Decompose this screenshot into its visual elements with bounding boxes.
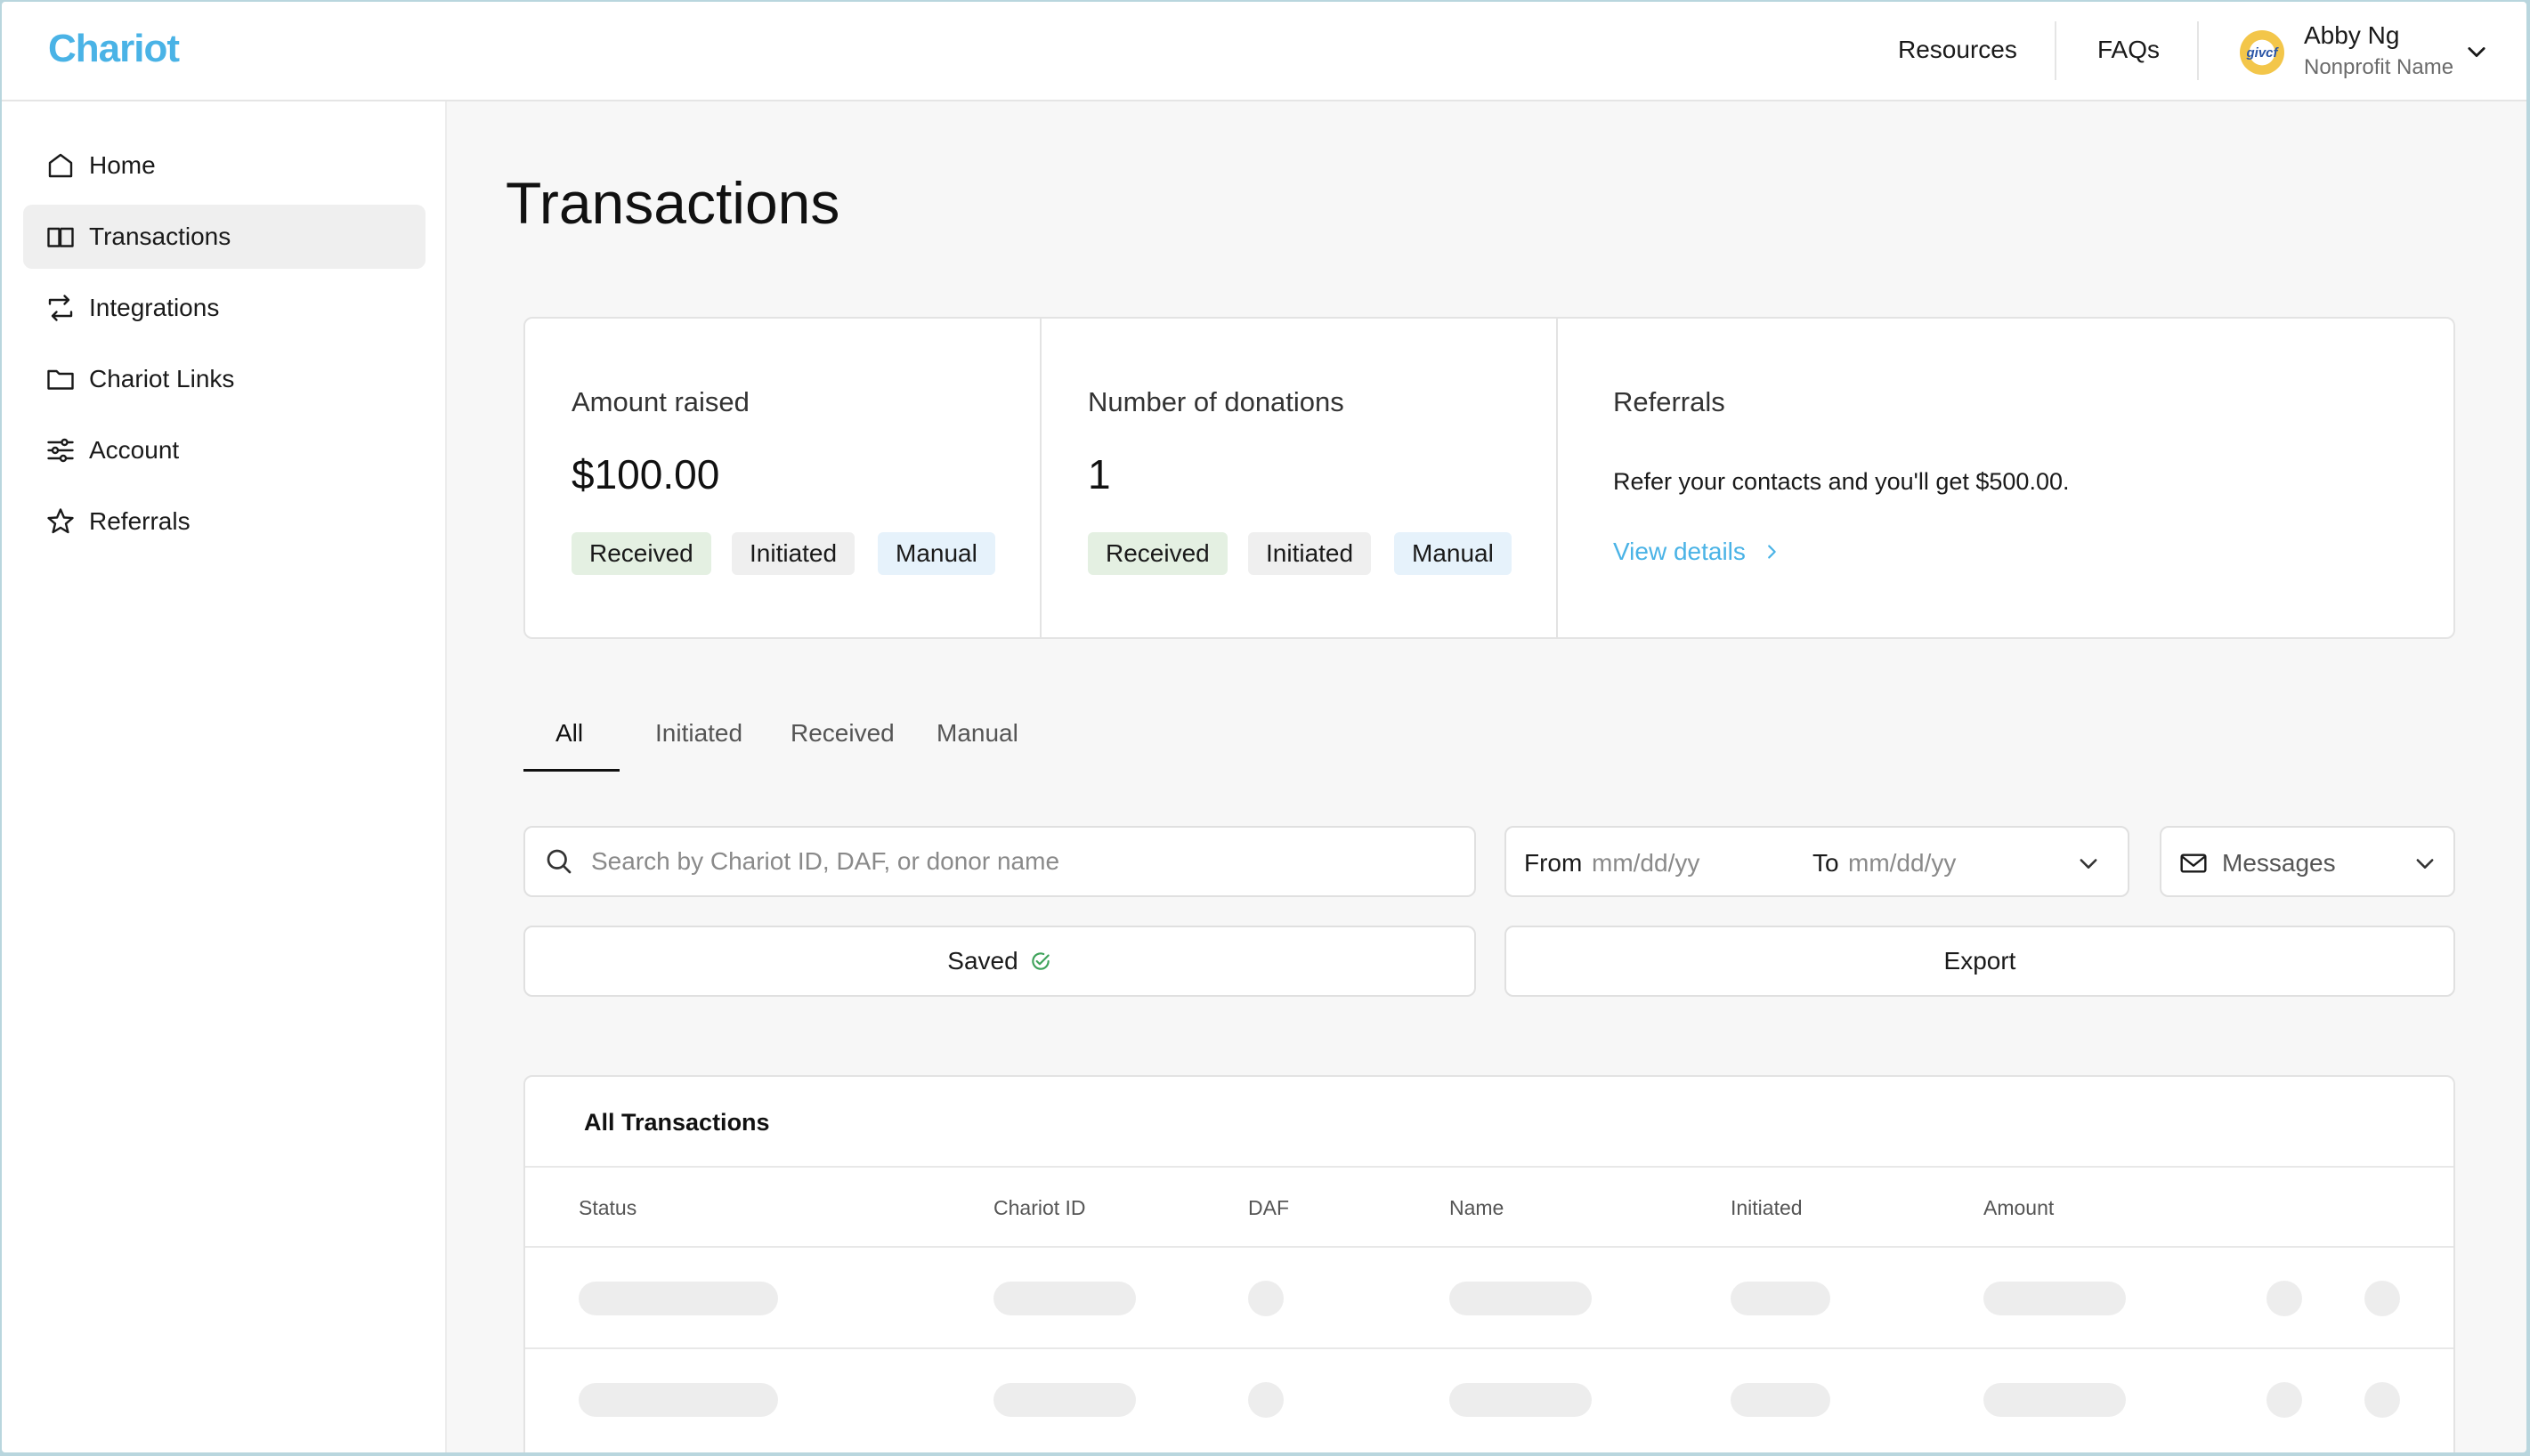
column-header-name[interactable]: Name [1449, 1196, 1504, 1220]
tab-initiated[interactable]: Initiated [655, 719, 742, 748]
app-window: Chariot Resources FAQs givcf Abby Ng Non… [2, 2, 2526, 1452]
sidebar-item-referrals[interactable]: Referrals [23, 489, 426, 554]
sidebar-item-chariot-links[interactable]: Chariot Links [23, 347, 426, 411]
active-tab-indicator [523, 769, 620, 772]
date-range-picker[interactable]: From mm/dd/yy To mm/dd/yy [1504, 826, 2129, 897]
donations-stat: Number of donations 1 Received Initiated… [1042, 319, 1556, 637]
sidebar-item-label: Home [89, 151, 156, 179]
user-name[interactable]: Abby Ng [2304, 21, 2399, 50]
stat-label: Amount raised [572, 386, 750, 417]
sidebar-item-account[interactable]: Account [23, 418, 426, 482]
skeleton-cell [993, 1383, 1136, 1417]
to-label: To [1812, 849, 1839, 877]
skeleton-cell [579, 1383, 778, 1417]
export-button[interactable]: Export [1504, 926, 2455, 997]
skeleton-cell [2364, 1382, 2400, 1418]
search-box[interactable] [523, 826, 1476, 897]
chevron-right-icon [1768, 545, 1776, 559]
sidebar-item-label: Chariot Links [89, 365, 235, 392]
chevron-down-icon[interactable] [2076, 851, 2101, 876]
sidebar-item-integrations[interactable]: Integrations [23, 276, 426, 340]
chevron-down-icon[interactable] [2464, 39, 2489, 64]
skeleton-cell [993, 1282, 1136, 1315]
view-details-link[interactable]: View details [1613, 538, 1781, 566]
page-title: Transactions [506, 170, 840, 236]
divider [525, 1347, 2453, 1349]
skeleton-cell [1983, 1282, 2126, 1315]
avatar[interactable]: givcf [2240, 30, 2284, 75]
from-label: From [1524, 849, 1583, 877]
skeleton-cell [1731, 1383, 1830, 1417]
header-divider [2055, 21, 2056, 80]
skeleton-cell [1449, 1282, 1592, 1315]
manual-pill[interactable]: Manual [878, 532, 995, 575]
sidebar-item-home[interactable]: Home [23, 133, 426, 198]
book-icon [47, 227, 74, 247]
sidebar: Home Transactions Integrations Chariot L… [2, 101, 447, 1452]
skeleton-cell [2266, 1281, 2302, 1316]
sliders-icon [47, 438, 74, 463]
skeleton-cell [1248, 1281, 1284, 1316]
faqs-link[interactable]: FAQs [2097, 36, 2160, 64]
initiated-pill[interactable]: Initiated [1248, 532, 1372, 575]
skeleton-cell [1983, 1383, 2126, 1417]
skeleton-cell [579, 1282, 778, 1315]
stat-value: 1 [1088, 451, 1111, 497]
header-divider [2197, 21, 2199, 80]
stats-card: Amount raised $100.00 Received Initiated… [523, 317, 2455, 639]
resources-link[interactable]: Resources [1898, 36, 2017, 64]
referrals-text: Refer your contacts and you'll get $500.… [1613, 468, 2070, 495]
received-pill[interactable]: Received [1088, 532, 1228, 575]
table-title: All Transactions [584, 1109, 770, 1136]
column-header-status[interactable]: Status [579, 1196, 637, 1220]
tab-manual[interactable]: Manual [937, 719, 1018, 748]
stat-label: Number of donations [1088, 386, 1344, 417]
tab-received[interactable]: Received [791, 719, 895, 748]
skeleton-cell [1248, 1382, 1284, 1418]
column-header-initiated[interactable]: Initiated [1731, 1196, 1803, 1220]
star-icon [47, 508, 74, 534]
column-header-chariot-id[interactable]: Chariot ID [993, 1196, 1086, 1220]
received-pill[interactable]: Received [572, 532, 711, 575]
skeleton-cell [1449, 1383, 1592, 1417]
home-icon [48, 153, 73, 178]
saved-button[interactable]: Saved [523, 926, 1476, 997]
amount-raised-stat: Amount raised $100.00 Received Initiated… [525, 319, 1040, 637]
initiated-pill[interactable]: Initiated [732, 532, 855, 575]
chevron-down-icon [2416, 859, 2434, 869]
skeleton-cell [1731, 1282, 1830, 1315]
sidebar-item-transactions[interactable]: Transactions [23, 205, 426, 269]
from-date-field[interactable]: mm/dd/yy [1592, 849, 1699, 878]
divider [525, 1246, 2453, 1248]
skeleton-cell [2266, 1382, 2302, 1418]
search-input[interactable] [591, 847, 1446, 876]
envelope-icon [2180, 853, 2207, 873]
transactions-table: All Transactions Status Chariot ID DAF N… [523, 1075, 2455, 1452]
view-details-label: View details [1613, 538, 1746, 565]
sidebar-item-label: Referrals [89, 507, 191, 535]
sidebar-item-label: Integrations [89, 294, 220, 321]
stat-label: Referrals [1613, 386, 1725, 417]
sync-icon [48, 295, 73, 321]
folder-icon [47, 369, 74, 390]
column-header-daf[interactable]: DAF [1248, 1196, 1289, 1220]
top-header: Chariot Resources FAQs givcf Abby Ng Non… [2, 2, 2526, 101]
messages-dropdown[interactable]: Messages [2160, 826, 2455, 897]
sidebar-item-label: Account [89, 436, 180, 464]
to-date-field[interactable]: mm/dd/yy [1848, 849, 1956, 878]
check-circle-icon [1031, 952, 1050, 970]
search-icon [547, 849, 572, 874]
messages-label: Messages [2222, 849, 2336, 877]
tab-all[interactable]: All [555, 719, 583, 748]
saved-label: Saved [947, 947, 1018, 975]
sidebar-item-label: Transactions [89, 222, 231, 250]
skeleton-cell [2364, 1281, 2400, 1316]
divider [525, 1166, 2453, 1168]
stat-value: $100.00 [572, 451, 720, 497]
user-org: Nonprofit Name [2304, 55, 2454, 79]
referrals-stat: Referrals Refer your contacts and you'll… [1558, 319, 2453, 637]
manual-pill[interactable]: Manual [1394, 532, 1512, 575]
column-header-amount[interactable]: Amount [1983, 1196, 2054, 1220]
chariot-logo[interactable]: Chariot [48, 27, 180, 71]
